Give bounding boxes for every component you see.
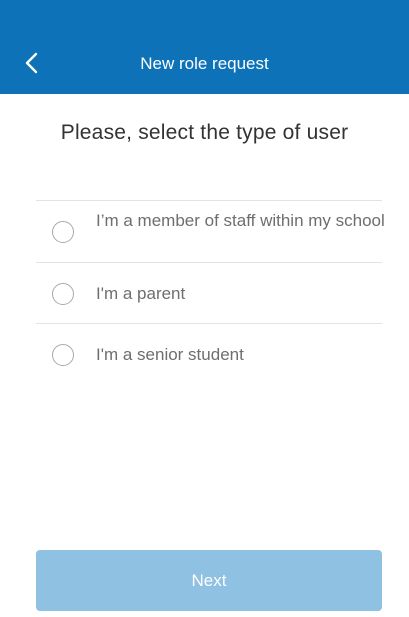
option-parent[interactable]: I'm a parent bbox=[36, 262, 382, 323]
user-type-options: I’m a member of staff within my school I… bbox=[36, 200, 385, 384]
option-label: I’m a member of staff within my school bbox=[96, 211, 385, 230]
status-bar bbox=[0, 0, 409, 33]
radio-button[interactable] bbox=[52, 344, 74, 366]
option-staff[interactable]: I’m a member of staff within my school bbox=[36, 200, 385, 262]
option-senior-student[interactable]: I'm a senior student bbox=[36, 323, 382, 384]
back-button[interactable] bbox=[18, 48, 48, 78]
radio-button[interactable] bbox=[52, 283, 74, 305]
option-label: I'm a parent bbox=[96, 284, 186, 303]
next-button[interactable]: Next bbox=[36, 550, 382, 611]
option-label: I'm a senior student bbox=[96, 345, 244, 364]
chevron-left-icon bbox=[25, 52, 38, 74]
navigation-bar: New role request bbox=[0, 33, 409, 94]
radio-button[interactable] bbox=[52, 221, 74, 243]
select-user-type-heading: Please, select the type of user bbox=[60, 121, 349, 144]
page-title: New role request bbox=[140, 54, 269, 73]
